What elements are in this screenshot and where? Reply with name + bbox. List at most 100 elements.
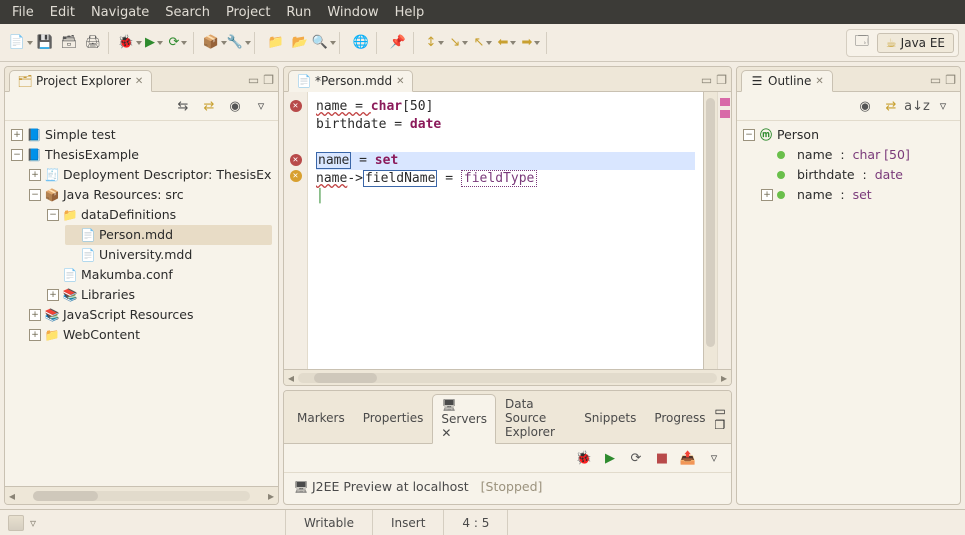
expand-icon[interactable]: + — [47, 289, 59, 301]
error-marker-icon[interactable]: ✕ — [290, 100, 302, 112]
expand-icon[interactable]: + — [761, 189, 773, 201]
perspective-javaee[interactable]: ☕ Java EE — [877, 33, 954, 53]
focus-button[interactable]: ◉ — [854, 95, 876, 117]
collapse-icon[interactable]: − — [743, 129, 755, 141]
new-struts-button[interactable]: 🔧 — [228, 32, 250, 54]
back-button[interactable]: ⬅ — [496, 32, 518, 54]
tree-node-js-resources[interactable]: + 📚 JavaScript Resources — [29, 305, 272, 325]
close-icon[interactable]: ✕ — [441, 426, 451, 440]
project-explorer-tab[interactable]: 🗂 Project Explorer ✕ — [9, 70, 152, 92]
open-type-button[interactable]: 📁 — [265, 32, 287, 54]
maximize-editor-button[interactable]: ❐ — [716, 73, 727, 87]
fast-view-button[interactable] — [8, 515, 24, 531]
menu-navigate[interactable]: Navigate — [83, 3, 157, 22]
tab-snippets[interactable]: Snippets — [575, 407, 645, 429]
new-server-button[interactable]: 📦 — [204, 32, 226, 54]
close-icon[interactable]: ✕ — [815, 76, 823, 87]
tab-properties[interactable]: Properties — [354, 407, 433, 429]
start-server-button[interactable]: 🐞 — [573, 447, 595, 469]
menu-run[interactable]: Run — [278, 3, 319, 22]
menu-window[interactable]: Window — [319, 3, 386, 22]
web-browser-button[interactable]: 🌐 — [350, 32, 372, 54]
pin-button[interactable]: 📌 — [387, 32, 409, 54]
project-tree[interactable]: + 📘 Simple test − 📘 ThesisExample + 🧾 De… — [5, 121, 278, 486]
tree-node-libraries[interactable]: + 📚 Libraries — [47, 285, 272, 305]
outline-root[interactable]: − ⓜ Person — [743, 125, 954, 145]
view-menu-button[interactable]: ▿ — [703, 447, 725, 469]
maximize-view-button[interactable]: ❐ — [263, 73, 274, 87]
print-button[interactable]: 🖨 — [82, 32, 104, 54]
editor-tab-person[interactable]: 📄 *Person.mdd ✕ — [288, 70, 413, 92]
run-button[interactable]: ▶ — [143, 32, 165, 54]
outline-item[interactable]: birthdate : date — [761, 165, 954, 185]
focus-task-button[interactable]: ◉ — [224, 95, 246, 117]
servers-list[interactable]: 🖥 J2EE Preview at localhost [Stopped] — [284, 473, 731, 504]
minimize-view-button[interactable]: ▭ — [930, 73, 941, 87]
expand-icon[interactable]: + — [11, 129, 23, 141]
tree-node-person-mdd[interactable]: 📄 Person.mdd — [65, 225, 272, 245]
menu-search[interactable]: Search — [157, 3, 218, 22]
tab-servers[interactable]: 🖥 Servers ✕ — [432, 394, 496, 444]
sort-button[interactable]: ⇄ — [880, 95, 902, 117]
search-button[interactable]: 🔍 — [313, 32, 335, 54]
forward-button[interactable]: ➡ — [520, 32, 542, 54]
last-edit-button[interactable]: ↕ — [424, 32, 446, 54]
editor-horizontal-scrollbar[interactable]: ◂ ▸ — [284, 369, 731, 385]
collapse-all-button[interactable]: ⇆ — [172, 95, 194, 117]
tree-node-data-definitions[interactable]: − 📁 dataDefinitions — [47, 205, 272, 225]
tree-node-webcontent[interactable]: + 📁 WebContent — [29, 325, 272, 345]
minimize-view-button[interactable]: ▭ — [248, 73, 259, 87]
tree-node-university-mdd[interactable]: 📄 University.mdd — [65, 245, 272, 265]
new-button[interactable]: 📄 — [10, 32, 32, 54]
tree-node-thesis-example[interactable]: − 📘 ThesisExample — [11, 145, 272, 165]
collapse-icon[interactable]: − — [11, 149, 23, 161]
run-last-button[interactable]: ⟳ — [167, 32, 189, 54]
save-all-button[interactable]: 🗃 — [58, 32, 80, 54]
link-editor-button[interactable]: ⇄ — [198, 95, 220, 117]
code-area[interactable]: name = char[50] birthdate = date name = … — [308, 92, 703, 369]
chevron-down-icon[interactable]: ▿ — [30, 516, 36, 530]
minimize-view-button[interactable]: ▭ — [715, 404, 726, 418]
expand-icon[interactable]: + — [29, 169, 41, 181]
outline-tab[interactable]: ☰ Outline ✕ — [741, 70, 833, 92]
menu-help[interactable]: Help — [387, 3, 433, 22]
publish-server-button[interactable]: 📤 — [677, 447, 699, 469]
tree-node-deploy-descriptor[interactable]: + 🧾 Deployment Descriptor: ThesisEx — [29, 165, 272, 185]
view-menu-button[interactable]: ▿ — [932, 95, 954, 117]
outline-item[interactable]: name : char [50] — [761, 145, 954, 165]
debug-button[interactable]: 🐞 — [119, 32, 141, 54]
next-annotation-button[interactable]: ↘ — [448, 32, 470, 54]
open-perspective-button[interactable]: 🗔 — [851, 32, 873, 54]
close-icon[interactable]: ✕ — [135, 76, 143, 87]
save-button[interactable]: 💾 — [34, 32, 56, 54]
outline-item[interactable]: + name : set — [761, 185, 954, 205]
maximize-view-button[interactable]: ❐ — [945, 73, 956, 87]
tab-progress[interactable]: Progress — [645, 407, 714, 429]
warning-marker-icon[interactable]: ✕ — [290, 170, 302, 182]
close-icon[interactable]: ✕ — [396, 76, 404, 87]
horizontal-scrollbar[interactable]: ◂ ▸ — [5, 486, 278, 504]
stop-server-button[interactable]: ■ — [651, 447, 673, 469]
overview-ruler[interactable] — [717, 92, 731, 369]
open-task-button[interactable]: 📂 — [289, 32, 311, 54]
tree-node-simple-test[interactable]: + 📘 Simple test — [11, 125, 272, 145]
error-marker-icon[interactable]: ✕ — [290, 154, 302, 166]
tree-node-java-resources[interactable]: − 📦 Java Resources: src — [29, 185, 272, 205]
run-server-button[interactable]: ▶ — [599, 447, 621, 469]
menu-file[interactable]: File — [4, 3, 42, 22]
menu-edit[interactable]: Edit — [42, 3, 83, 22]
tab-markers[interactable]: Markers — [288, 407, 354, 429]
tab-data-source-explorer[interactable]: Data Source Explorer — [496, 393, 575, 443]
prev-annotation-button[interactable]: ↖ — [472, 32, 494, 54]
expand-icon[interactable]: + — [29, 329, 41, 341]
text-editor[interactable]: ✕ ✕ ✕ name = char[50] birthdate = date n… — [284, 92, 731, 369]
menu-project[interactable]: Project — [218, 3, 278, 22]
maximize-view-button[interactable]: ❐ — [715, 418, 726, 432]
server-row[interactable]: 🖥 J2EE Preview at localhost [Stopped] — [294, 479, 721, 494]
profile-server-button[interactable]: ⟳ — [625, 447, 647, 469]
tree-node-makumba-conf[interactable]: 📄 Makumba.conf — [47, 265, 272, 285]
minimize-editor-button[interactable]: ▭ — [701, 73, 712, 87]
alpha-sort-button[interactable]: a↓z — [906, 95, 928, 117]
collapse-icon[interactable]: − — [29, 189, 41, 201]
collapse-icon[interactable]: − — [47, 209, 59, 221]
